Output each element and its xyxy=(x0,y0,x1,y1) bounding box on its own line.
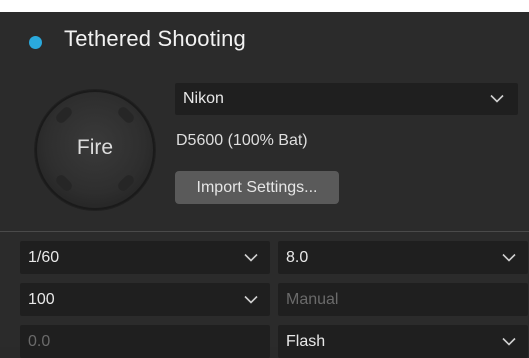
flash-mode-value: Flash xyxy=(286,332,326,350)
exposure-mode-field[interactable]: Manual xyxy=(278,283,528,316)
exposure-compensation-placeholder: 0.0 xyxy=(28,332,51,350)
exposure-compensation-field[interactable]: 0.0 xyxy=(20,325,270,358)
chevron-down-icon xyxy=(244,253,258,262)
chevron-down-icon xyxy=(244,295,258,304)
panel-title: Tethered Shooting xyxy=(64,26,246,51)
flash-mode-select[interactable]: Flash xyxy=(278,325,528,358)
camera-brand-value: Nikon xyxy=(183,90,224,107)
aperture-value: 8.0 xyxy=(286,248,309,266)
iso-select[interactable]: 100 xyxy=(20,283,270,316)
knob-notch xyxy=(54,105,74,125)
aperture-select[interactable]: 8.0 xyxy=(278,241,528,274)
fire-button[interactable]: Fire xyxy=(35,90,155,210)
fire-label: Fire xyxy=(76,136,114,159)
status-dot-icon xyxy=(29,36,42,49)
knob-notch xyxy=(54,173,74,193)
section-divider xyxy=(0,231,529,232)
import-settings-button[interactable]: Import Settings... xyxy=(175,171,339,204)
camera-model-battery: D5600 (100% Bat) xyxy=(176,132,308,149)
panel-header[interactable]: Tethered Shooting xyxy=(0,12,529,74)
camera-select[interactable]: Nikon xyxy=(175,83,518,115)
exposure-mode-placeholder: Manual xyxy=(286,290,339,308)
knob-notch xyxy=(116,105,136,125)
shutter-speed-select[interactable]: 1/60 xyxy=(20,241,270,274)
iso-value: 100 xyxy=(28,290,55,308)
tethered-shooting-panel: Tethered Shooting Fire Nikon D5600 (100%… xyxy=(0,12,529,358)
chevron-down-icon xyxy=(490,94,504,104)
knob-notch xyxy=(116,173,136,193)
shutter-speed-value: 1/60 xyxy=(28,248,60,266)
window-top-edge xyxy=(0,0,529,12)
chevron-down-icon xyxy=(502,337,516,346)
chevron-down-icon xyxy=(502,253,516,262)
